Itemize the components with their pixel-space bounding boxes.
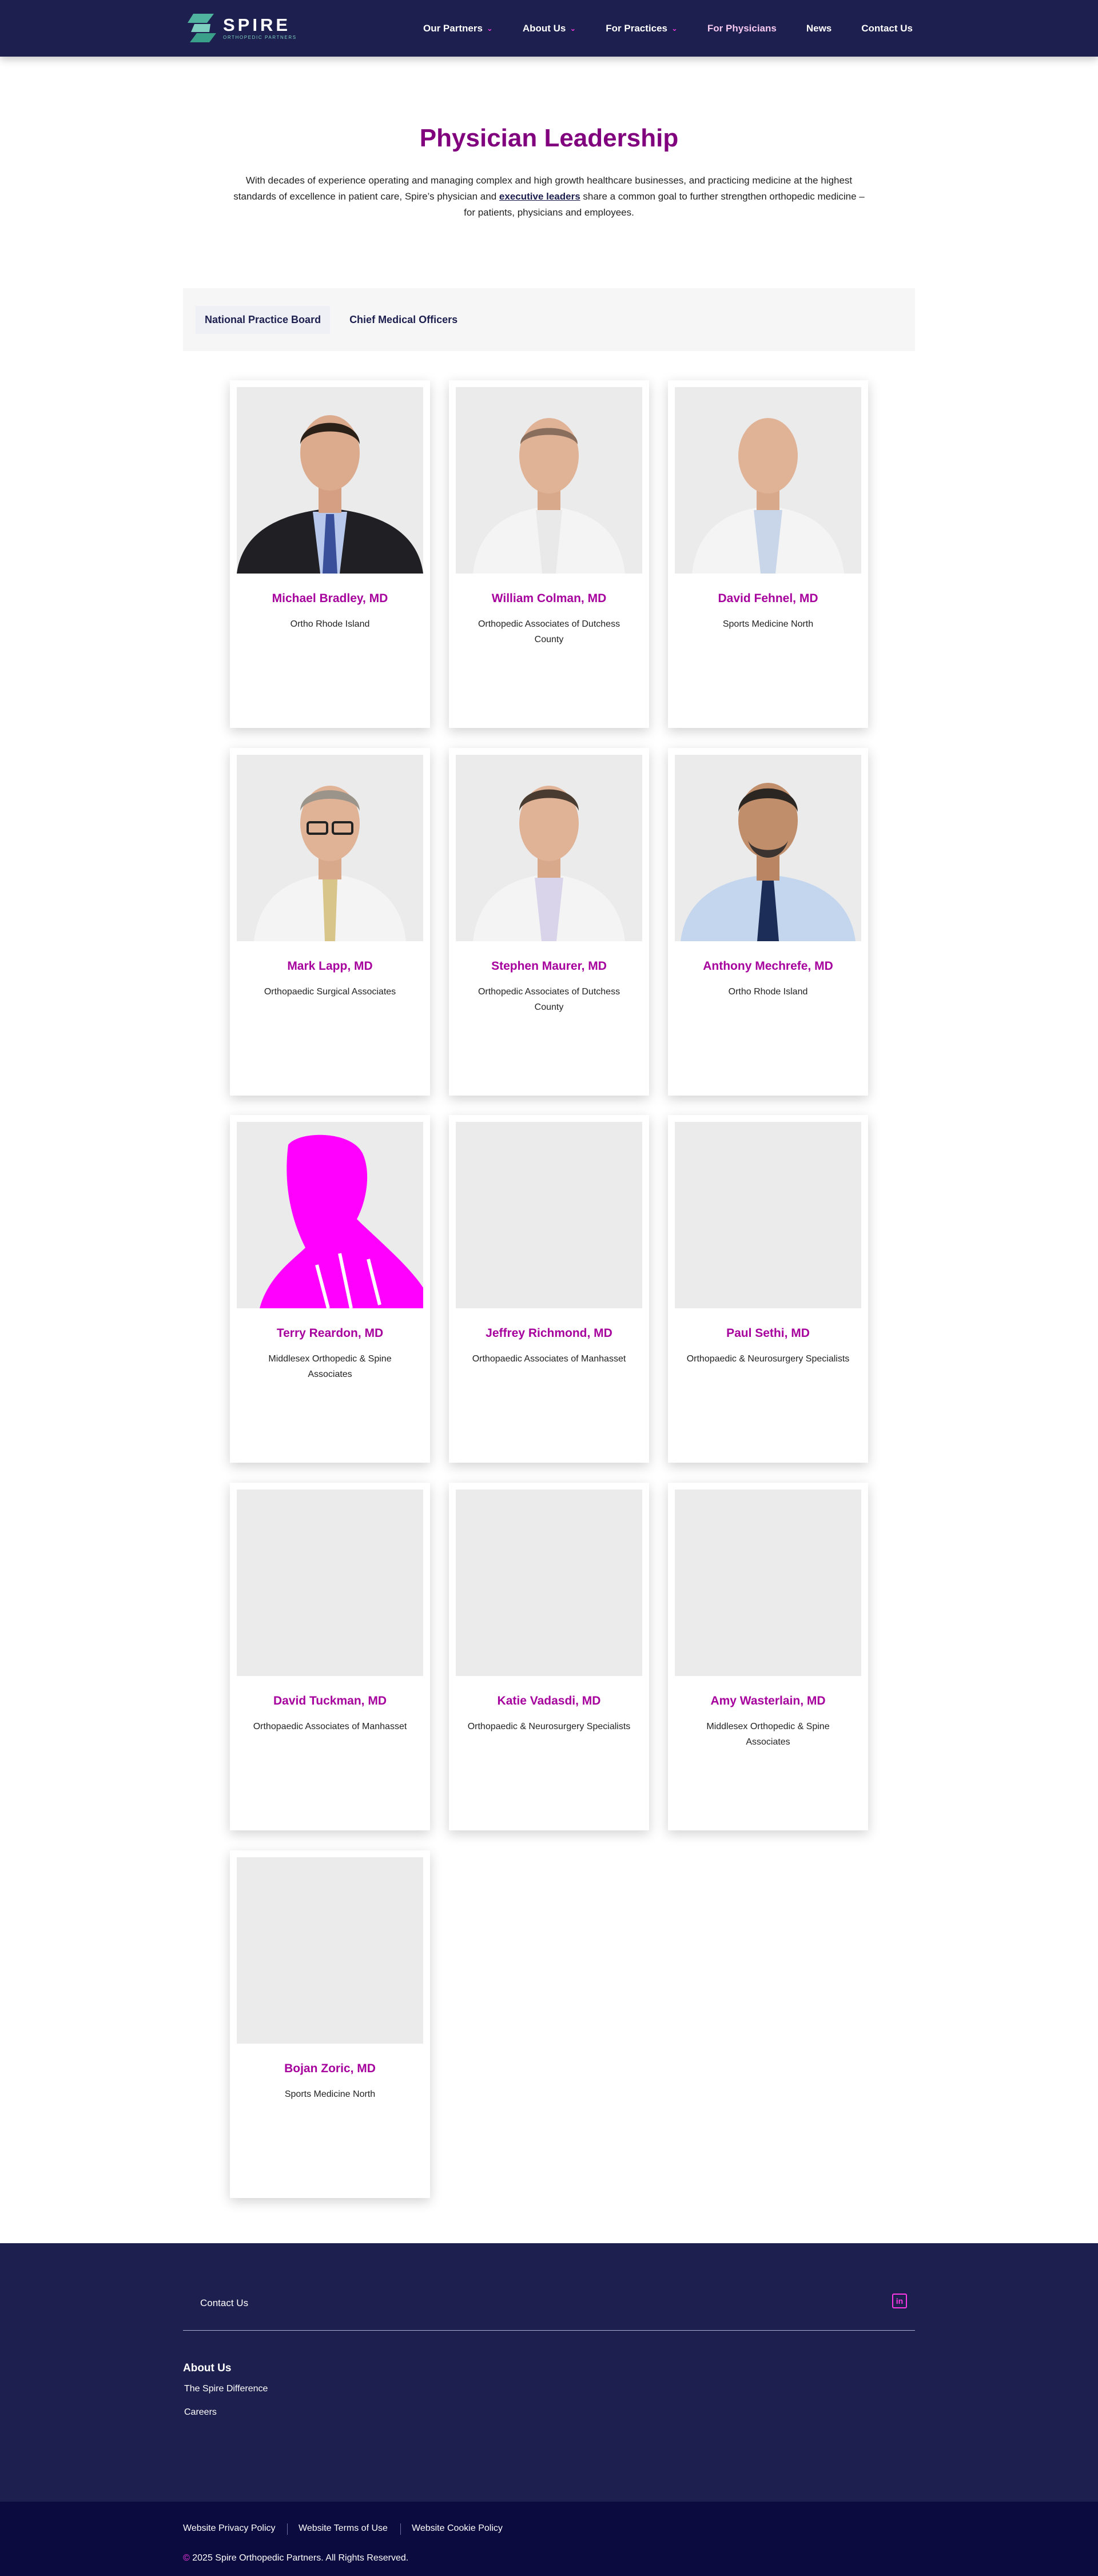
- physician-card[interactable]: Stephen Maurer, MD Orthopedic Associates…: [449, 748, 649, 1096]
- spire-logo[interactable]: SPIRE ORTHOPEDIC PARTNERS: [185, 11, 297, 45]
- logo-name: SPIRE: [223, 14, 291, 35]
- physician-name[interactable]: Mark Lapp, MD: [230, 959, 430, 973]
- nav-our-partners[interactable]: Our Partners ⌄: [423, 23, 493, 34]
- physician-practice: Sports Medicine North: [722, 619, 814, 629]
- spire-logo-icon: [185, 11, 218, 45]
- privacy-policy-link[interactable]: Website Privacy Policy: [183, 2523, 276, 2534]
- footer-link-careers[interactable]: Careers: [184, 2407, 217, 2418]
- page-title: Physician Leadership: [419, 124, 679, 152]
- physician-practice: Orthopaedic Surgical Associates: [264, 987, 396, 997]
- intro-paragraph: With decades of experience operating and…: [233, 175, 865, 218]
- nav-for-physicians[interactable]: For Physicians: [707, 23, 777, 34]
- physician-card[interactable]: Anthony Mechrefe, MD Ortho Rhode Island: [668, 748, 868, 1096]
- chevron-down-icon: ⌄: [486, 23, 493, 33]
- legal-bar: Website Privacy Policy Website Terms of …: [0, 2502, 1098, 2576]
- physician-card[interactable]: Katie Vadasdi, MD Orthopaedic & Neurosur…: [449, 1483, 649, 1830]
- physician-name[interactable]: Michael Bradley, MD: [230, 592, 430, 606]
- physician-card[interactable]: William Colman, MD Orthopedic Associates…: [449, 380, 649, 728]
- terms-of-use-link[interactable]: Website Terms of Use: [299, 2523, 388, 2534]
- site-footer: Contact Us in About Us The Spire Differe…: [0, 2243, 1098, 2502]
- physician-practice: Ortho Rhode Island: [728, 987, 808, 997]
- physician-card[interactable]: David Fehnel, MD Sports Medicine North: [668, 380, 868, 728]
- physician-name[interactable]: Anthony Mechrefe, MD: [668, 959, 868, 973]
- physician-photo-placeholder: [456, 1122, 642, 1308]
- physician-photo: [237, 387, 423, 574]
- physician-name[interactable]: Terry Reardon, MD: [230, 1327, 430, 1340]
- physician-practice: Orthopaedic Associates of Manhasset: [253, 1722, 407, 1731]
- physician-name[interactable]: Stephen Maurer, MD: [449, 959, 649, 973]
- nav-about-us[interactable]: About Us ⌄: [523, 23, 576, 34]
- legal-divider: [287, 2523, 288, 2535]
- logo-subtitle: ORTHOPEDIC PARTNERS: [223, 34, 297, 40]
- physician-photo-placeholder: [237, 1490, 423, 1676]
- cookie-policy-link[interactable]: Website Cookie Policy: [412, 2523, 503, 2534]
- physician-practice: Orthopedic Associates of Dutchess County: [478, 619, 620, 644]
- physician-practice: Orthopaedic Associates of Manhasset: [472, 1354, 626, 1364]
- legal-divider: [400, 2523, 401, 2535]
- executive-leaders-link[interactable]: executive leaders: [499, 191, 580, 202]
- chevron-down-icon: ⌄: [671, 23, 678, 33]
- physician-name[interactable]: David Fehnel, MD: [668, 592, 868, 606]
- leadership-tabs: National Practice Board Chief Medical Of…: [183, 288, 915, 351]
- main-nav: Our Partners ⌄ About Us ⌄ For Practices …: [423, 0, 913, 57]
- physician-practice: Orthopaedic & Neurosurgery Specialists: [686, 1354, 850, 1364]
- nav-news[interactable]: News: [806, 23, 832, 34]
- physician-practice: Middlesex Orthopedic & Spine Associates: [268, 1354, 392, 1379]
- physician-practice: Sports Medicine North: [284, 2089, 376, 2099]
- nav-contact-us[interactable]: Contact Us: [861, 23, 913, 34]
- physician-name[interactable]: Amy Wasterlain, MD: [668, 1694, 868, 1708]
- chevron-down-icon: ⌄: [570, 23, 576, 33]
- physician-card[interactable]: Michael Bradley, MD Ortho Rhode Island: [230, 380, 430, 728]
- physician-photo-placeholder: [237, 1857, 423, 2044]
- physician-practice: Orthopaedic & Neurosurgery Specialists: [467, 1722, 631, 1731]
- linkedin-icon[interactable]: in: [892, 2294, 907, 2308]
- site-header: SPIRE ORTHOPEDIC PARTNERS Our Partners ⌄…: [0, 0, 1098, 57]
- physician-name[interactable]: Bojan Zoric, MD: [230, 2062, 430, 2076]
- physician-name[interactable]: Jeffrey Richmond, MD: [449, 1327, 649, 1340]
- physician-photo: [456, 387, 642, 574]
- physician-photo: [675, 387, 861, 574]
- physician-card[interactable]: Amy Wasterlain, MD Middlesex Orthopedic …: [668, 1483, 868, 1830]
- physician-card[interactable]: Bojan Zoric, MD Sports Medicine North: [230, 1850, 430, 2198]
- physician-card[interactable]: Mark Lapp, MD Orthopaedic Surgical Assoc…: [230, 748, 430, 1096]
- physician-photo: [675, 755, 861, 941]
- physician-photo-placeholder: [456, 1490, 642, 1676]
- physician-card[interactable]: Terry Reardon, MD Middlesex Orthopedic &…: [230, 1115, 430, 1463]
- footer-divider: [183, 2330, 915, 2331]
- nav-for-practices[interactable]: For Practices ⌄: [606, 23, 678, 34]
- physician-photo-placeholder: [675, 1122, 861, 1308]
- physician-name[interactable]: Paul Sethi, MD: [668, 1327, 868, 1340]
- physician-card[interactable]: Jeffrey Richmond, MD Orthopaedic Associa…: [449, 1115, 649, 1463]
- physician-photo: [456, 755, 642, 941]
- tab-national-practice-board[interactable]: National Practice Board: [196, 305, 331, 334]
- physician-practice: Ortho Rhode Island: [290, 619, 370, 629]
- physician-photo: [237, 755, 423, 941]
- physician-name[interactable]: William Colman, MD: [449, 592, 649, 606]
- physician-card[interactable]: David Tuckman, MD Orthopaedic Associates…: [230, 1483, 430, 1830]
- footer-link-spire-difference[interactable]: The Spire Difference: [184, 2384, 268, 2394]
- physician-practice: Orthopedic Associates of Dutchess County: [478, 987, 620, 1012]
- physician-name[interactable]: David Tuckman, MD: [230, 1694, 430, 1708]
- physician-card[interactable]: Paul Sethi, MD Orthopaedic & Neurosurger…: [668, 1115, 868, 1463]
- footer-about-heading: About Us: [183, 2362, 232, 2374]
- physician-photo: [237, 1122, 423, 1308]
- footer-contact-link[interactable]: Contact Us: [200, 2298, 248, 2309]
- copyright-text: © 2025 Spire Orthopedic Partners. All Ri…: [183, 2553, 409, 2563]
- physician-photo-placeholder: [675, 1490, 861, 1676]
- physician-name[interactable]: Katie Vadasdi, MD: [449, 1694, 649, 1708]
- physician-practice: Middlesex Orthopedic & Spine Associates: [706, 1722, 830, 1747]
- tab-chief-medical-officers[interactable]: Chief Medical Officers: [340, 306, 467, 334]
